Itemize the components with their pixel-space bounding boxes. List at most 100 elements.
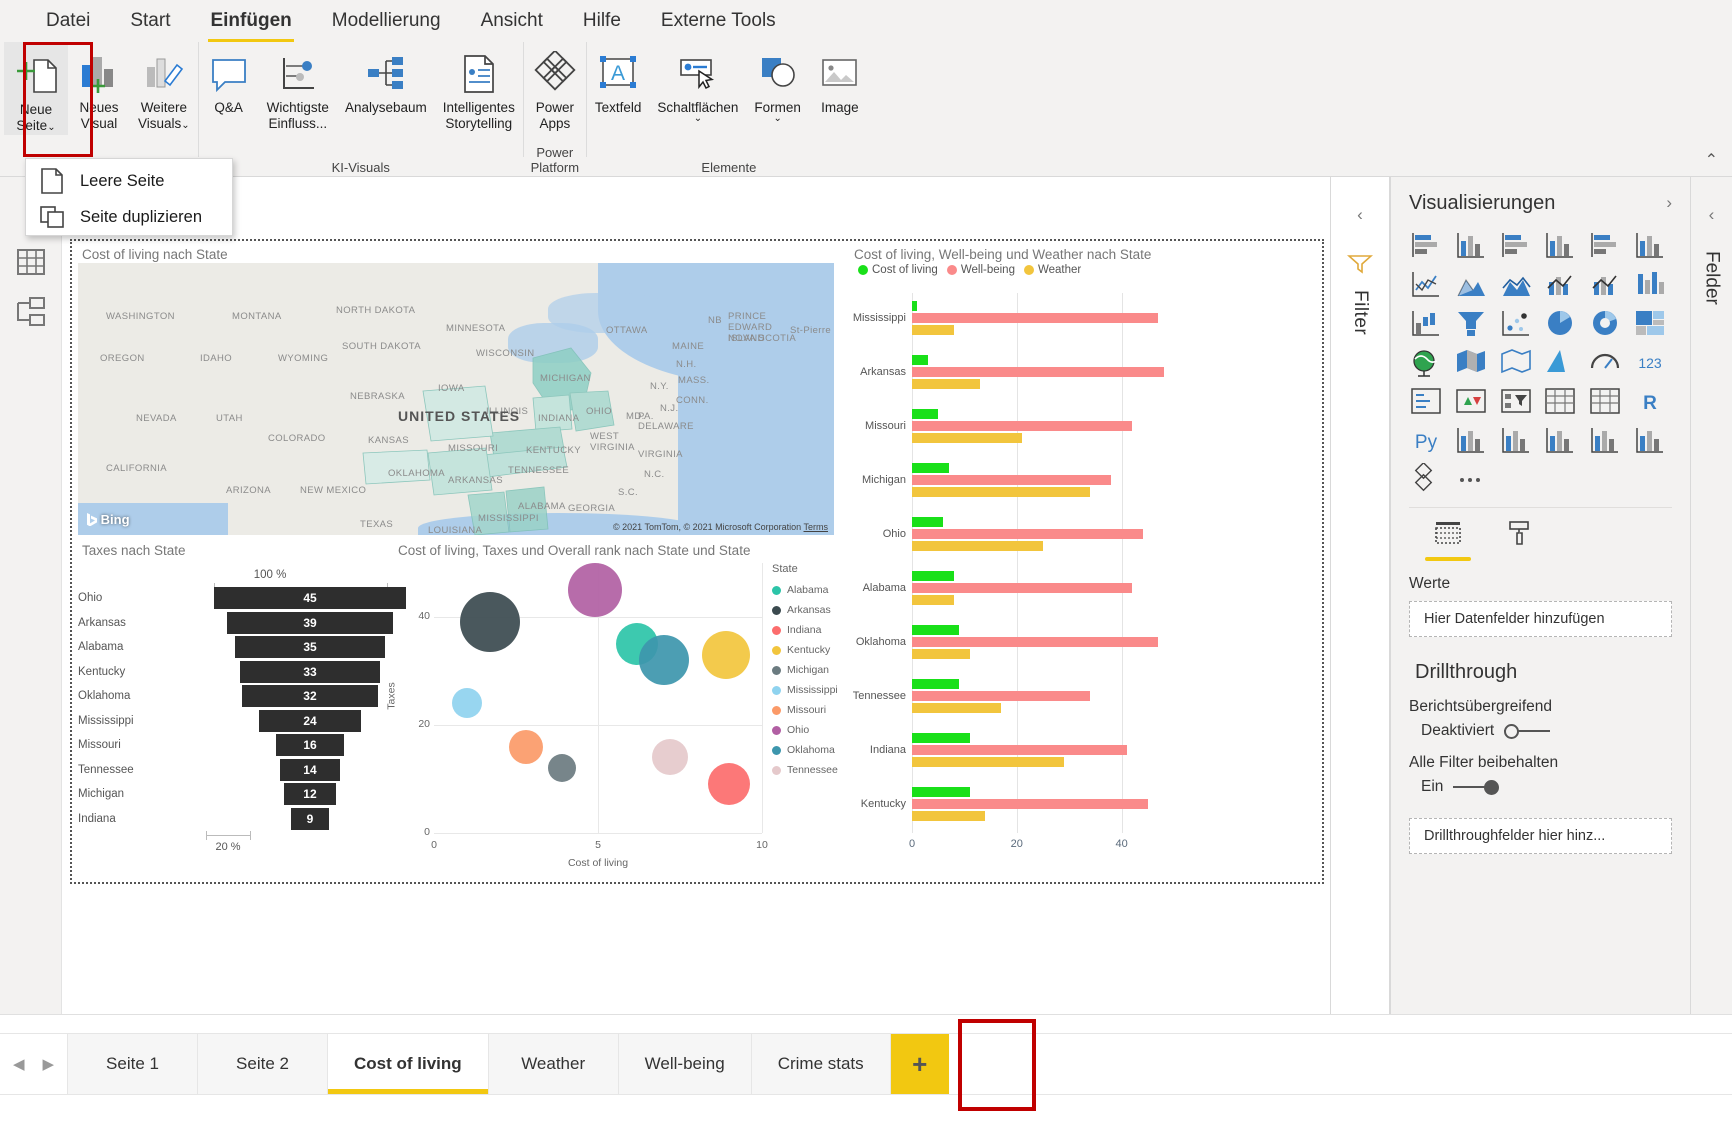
bar-segment[interactable] <box>912 541 1043 551</box>
scatter-bubble[interactable] <box>460 592 520 652</box>
key-influencers-icon[interactable] <box>1454 424 1488 456</box>
model-view-icon[interactable] <box>14 295 48 329</box>
funnel-bar[interactable]: 24 <box>259 710 361 732</box>
ribbon-tab-datei[interactable]: Datei <box>26 4 110 38</box>
funnel-visual[interactable]: Taxes nach State 100 % Ohio45Arkansas39A… <box>78 541 388 881</box>
values-dropzone[interactable]: Hier Datenfelder hinzufügen <box>1409 601 1672 637</box>
tab-fields-pane[interactable] <box>1425 520 1471 561</box>
new-visual-button[interactable]: Neues Visual <box>68 42 130 133</box>
funnel-bar[interactable]: 9 <box>291 808 329 830</box>
clustered-bar-chart-icon[interactable] <box>1499 229 1533 261</box>
shape-map-icon[interactable] <box>1499 346 1533 378</box>
ribbon-chart-icon[interactable] <box>1633 268 1667 300</box>
clustered-column-chart-icon[interactable] <box>1543 229 1577 261</box>
smart-narrative-icon[interactable] <box>1588 424 1622 456</box>
funnel-row[interactable]: Mississippi24 <box>78 709 388 734</box>
bar-segment[interactable] <box>912 325 954 335</box>
decomposition-tree-icon[interactable] <box>1499 424 1533 456</box>
funnel-row[interactable]: Michigan12 <box>78 782 388 807</box>
scatter-bubble[interactable] <box>452 688 482 718</box>
line-clustered-column-icon[interactable] <box>1588 268 1622 300</box>
funnel-row[interactable]: Ohio45 <box>78 586 388 611</box>
power-apps-button[interactable]: Power Apps <box>524 42 586 133</box>
decomposition-tree-button[interactable]: Analysebaum <box>337 42 435 118</box>
page-tab-seite-1[interactable]: Seite 1 <box>68 1034 198 1094</box>
python-visual-icon[interactable]: Py <box>1409 424 1443 456</box>
stacked-column-chart-icon[interactable] <box>1454 229 1488 261</box>
scatter-bubble[interactable] <box>509 730 543 764</box>
fields-pane-collapsed[interactable]: ‹ Felder <box>1690 177 1732 1014</box>
menu-item-duplicate-page[interactable]: Seite duplizieren <box>26 199 232 235</box>
key-influencers-button[interactable]: Wichtigste Einfluss... <box>259 42 337 133</box>
funnel-bar[interactable]: 35 <box>235 636 384 658</box>
bar-segment[interactable] <box>912 367 1164 377</box>
bar-segment[interactable] <box>912 571 954 581</box>
cross-report-toggle-row[interactable]: Deaktiviert <box>1409 722 1672 740</box>
ribbon-tab-ansicht[interactable]: Ansicht <box>461 4 563 38</box>
donut-chart-icon[interactable] <box>1588 307 1622 339</box>
gauge-icon[interactable] <box>1588 346 1622 378</box>
funnel-bar[interactable]: 14 <box>280 759 340 781</box>
bar-segment[interactable] <box>912 313 1158 323</box>
drillthrough-dropzone[interactable]: Drillthroughfelder hier hinz... <box>1409 818 1672 854</box>
page-tab-crime-stats[interactable]: Crime stats <box>752 1034 891 1094</box>
paginated-report-icon[interactable] <box>1633 424 1667 456</box>
page-tab-arrows[interactable]: ◀ ▶ <box>0 1034 68 1094</box>
keep-filters-toggle[interactable] <box>1453 778 1499 796</box>
map-canvas[interactable]: WASHINGTONMONTANANORTH DAKOTAMINNESOTAOR… <box>78 263 834 535</box>
text-box-button[interactable]: A Textfeld <box>587 42 650 118</box>
bar-segment[interactable] <box>912 583 1132 593</box>
funnel-bar[interactable]: 32 <box>242 685 379 707</box>
visualization-type-grid[interactable]: 123RPy <box>1409 229 1672 495</box>
bar-segment[interactable] <box>912 637 1158 647</box>
stacked-bar-chart-icon[interactable] <box>1409 229 1443 261</box>
scatter-bubble[interactable] <box>639 635 689 685</box>
funnel-row[interactable]: Oklahoma32 <box>78 684 388 709</box>
100-stacked-column-icon[interactable] <box>1633 229 1667 261</box>
qa-visual-icon[interactable] <box>1543 424 1577 456</box>
shapes-button[interactable]: Formen ⌄ <box>746 42 809 124</box>
map-icon[interactable] <box>1409 346 1443 378</box>
prev-page-icon[interactable]: ◀ <box>13 1055 25 1073</box>
funnel-row[interactable]: Alabama35 <box>78 635 388 660</box>
slicer-icon[interactable] <box>1499 385 1533 417</box>
line-stacked-column-icon[interactable] <box>1543 268 1577 300</box>
stacked-area-chart-icon[interactable] <box>1499 268 1533 300</box>
waterfall-chart-icon[interactable] <box>1409 307 1443 339</box>
bar-segment[interactable] <box>912 787 970 797</box>
filter-pane-collapsed[interactable]: ‹ Filter <box>1330 177 1390 1014</box>
bar-legend-item[interactable]: Weather <box>1024 264 1081 276</box>
page-tab-well-being[interactable]: Well-being <box>619 1034 752 1094</box>
funnel-bar[interactable]: 12 <box>284 783 335 805</box>
bar-segment[interactable] <box>912 433 1022 443</box>
smart-narrative-button[interactable]: Intelligentes Storytelling <box>435 42 523 133</box>
filled-map-icon[interactable] <box>1454 346 1488 378</box>
chevron-left-icon[interactable]: ‹ <box>1709 205 1715 225</box>
card-icon[interactable]: 123 <box>1633 346 1667 378</box>
scatter-bubble[interactable] <box>548 754 576 782</box>
new-page-button[interactable]: Neue Seite⌄ <box>4 42 68 135</box>
bar-segment[interactable] <box>912 421 1132 431</box>
bar-segment[interactable] <box>912 679 959 689</box>
bar-segment[interactable] <box>912 799 1148 809</box>
bar-segment[interactable] <box>912 625 959 635</box>
page-tab-cost-of-living[interactable]: Cost of living <box>328 1034 489 1094</box>
add-page-button[interactable]: + <box>891 1034 949 1094</box>
scatter-chart-icon[interactable] <box>1499 307 1533 339</box>
scatter-bubble[interactable] <box>708 763 750 805</box>
bar-segment[interactable] <box>912 649 970 659</box>
bar-segment[interactable] <box>912 517 943 527</box>
funnel-bar[interactable]: 45 <box>214 587 406 609</box>
bar-segment[interactable] <box>912 703 1001 713</box>
ribbon-tab-externe-tools[interactable]: Externe Tools <box>641 4 796 38</box>
keep-filters-toggle-row[interactable]: Ein <box>1409 778 1672 796</box>
funnel-bar[interactable]: 39 <box>227 612 393 634</box>
power-apps-visual-icon[interactable] <box>1409 463 1443 495</box>
bar-segment[interactable] <box>912 301 917 311</box>
line-chart-icon[interactable] <box>1409 268 1443 300</box>
bar-segment[interactable] <box>912 475 1111 485</box>
funnel-chart-icon[interactable] <box>1454 307 1488 339</box>
report-view-icon[interactable] <box>14 245 48 279</box>
cross-report-toggle[interactable] <box>1504 722 1550 740</box>
chevron-right-icon[interactable]: › <box>1666 193 1672 213</box>
